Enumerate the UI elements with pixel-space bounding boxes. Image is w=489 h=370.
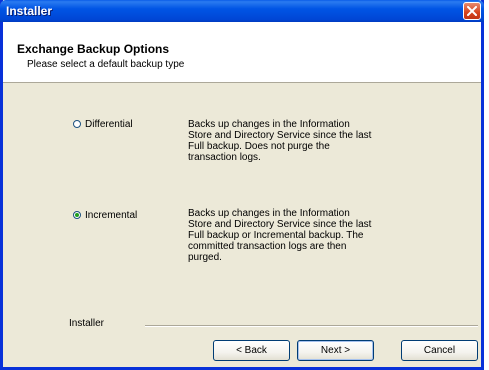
description-line: Full backup or Incremental backup. The [188, 230, 364, 241]
incremental-label[interactable]: Incremental [85, 210, 137, 221]
window-title: Installer [6, 4, 53, 18]
incremental-description: Backs up changes in the Information Stor… [188, 208, 378, 263]
incremental-radio[interactable] [73, 211, 81, 219]
installer-window: Installer Exchange Backup Options Please… [0, 0, 484, 370]
title-bar[interactable]: Installer [0, 0, 484, 22]
differential-description: Backs up changes in the Information Stor… [188, 119, 378, 163]
description-line: Full backup. Does not purge the [188, 141, 330, 152]
close-icon [467, 6, 477, 16]
differential-radio[interactable] [73, 120, 81, 128]
back-button[interactable]: < Back [213, 340, 290, 361]
differential-label[interactable]: Differential [85, 119, 133, 130]
wizard-header: Exchange Backup Options Please select a … [3, 22, 481, 83]
page-title: Exchange Backup Options [17, 42, 170, 56]
description-line: purged. [188, 252, 222, 263]
footer-group-label: Installer [69, 318, 105, 329]
footer-divider [145, 325, 478, 327]
description-line: Store and Directory Service since the la… [188, 130, 372, 141]
close-button[interactable] [463, 2, 481, 20]
description-line: transaction logs. [188, 152, 261, 163]
description-line: Backs up changes in the Information [188, 208, 350, 219]
description-line: Store and Directory Service since the la… [188, 219, 372, 230]
description-line: Backs up changes in the Information [188, 119, 350, 130]
cancel-button[interactable]: Cancel [401, 340, 478, 361]
page-subtitle: Please select a default backup type [27, 59, 185, 70]
next-button[interactable]: Next > [297, 340, 374, 361]
description-line: committed transaction logs are then [188, 241, 347, 252]
